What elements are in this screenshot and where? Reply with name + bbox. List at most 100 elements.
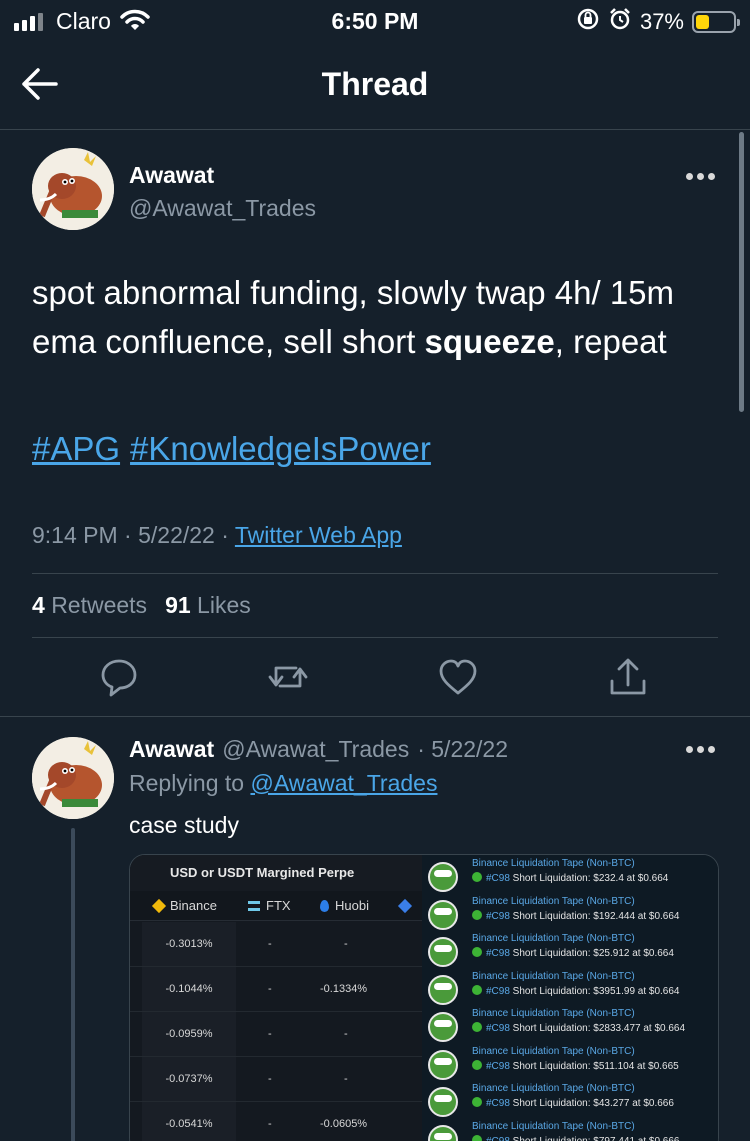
reply-date: · 5/22/22 bbox=[417, 736, 509, 762]
author-handle[interactable]: @Awawat_Trades bbox=[129, 195, 316, 222]
pepe-avatar-icon bbox=[428, 1012, 458, 1042]
pepe-avatar-icon bbox=[428, 862, 458, 892]
liquidation-tag: #C98 bbox=[486, 1135, 510, 1141]
heart-icon[interactable] bbox=[436, 655, 480, 699]
alarm-icon bbox=[608, 7, 632, 37]
pepe-avatar-icon bbox=[428, 1049, 458, 1080]
attached-image[interactable]: USD or USDT Margined Perpe Binance FTX H… bbox=[129, 854, 719, 1141]
reply-text: case study bbox=[129, 812, 239, 838]
status-bar: Claro 6:50 PM 37% bbox=[0, 0, 750, 44]
binance-rate: -0.1044% bbox=[142, 967, 236, 1011]
tweet-author[interactable]: Awawat @Awawat_Trades bbox=[129, 162, 316, 222]
reply-icon[interactable] bbox=[97, 655, 141, 699]
table-row: -0.0959% - - bbox=[130, 1012, 422, 1057]
green-dot-icon bbox=[472, 984, 482, 995]
hashtag-apg[interactable]: #APG bbox=[32, 430, 120, 468]
table-row: -0.0541% - -0.0605% bbox=[130, 1102, 422, 1141]
tweet-text: spot abnormal funding, slowly twap 4h/ 1… bbox=[32, 268, 722, 366]
list-item: Binance Liquidation Tape (Non-BTC) #C98 S… bbox=[428, 858, 718, 896]
green-dot-icon bbox=[472, 872, 482, 882]
table-row: -0.1044% - -0.1334% bbox=[130, 967, 422, 1012]
ftx-icon bbox=[248, 900, 260, 911]
liquidation-title: Binance Liquidation Tape (Non-BTC) bbox=[472, 895, 635, 907]
liquidation-title: Binance Liquidation Tape (Non-BTC) bbox=[472, 1083, 635, 1094]
list-item: Binance Liquidation Tape (Non-BTC) #C98 S… bbox=[428, 896, 718, 934]
pepe-avatar-icon bbox=[428, 974, 458, 1005]
exchange-extra-icon bbox=[397, 898, 413, 913]
tweet-divider bbox=[0, 716, 750, 717]
exchange-huobi: Huobi bbox=[320, 898, 369, 913]
page-title: Thread bbox=[321, 66, 429, 102]
liquidation-tag: #C98 bbox=[486, 1023, 510, 1034]
liquidation-tag: #C98 bbox=[486, 985, 510, 997]
scrollbar[interactable] bbox=[739, 132, 744, 412]
share-icon[interactable] bbox=[606, 655, 650, 699]
liquidation-tag: #C98 bbox=[486, 1060, 510, 1072]
liquidation-text: Short Liquidation: $192.444 at $0.664 bbox=[509, 910, 680, 922]
battery-icon bbox=[692, 11, 740, 33]
retweets-stat[interactable]: 4 Retweets bbox=[32, 592, 147, 619]
meta-divider bbox=[32, 573, 718, 574]
likes-stat[interactable]: 91 Likes bbox=[165, 592, 251, 619]
reply-more-dots-icon[interactable] bbox=[686, 746, 715, 753]
list-item: Binance Liquidation Tape (Non-BTC) #C98 S… bbox=[428, 1008, 718, 1046]
retweet-count: 4 bbox=[32, 592, 45, 618]
liquidation-tag: #C98 bbox=[486, 873, 510, 884]
huobi-rate: - bbox=[344, 938, 348, 950]
green-dot-icon bbox=[472, 1097, 482, 1107]
liquidation-text: Short Liquidation: $797.441 at $0.666 bbox=[509, 1135, 680, 1141]
liquidation-detail: #C98 Short Liquidation: $232.4 at $0.664 bbox=[472, 872, 668, 884]
replying-to: Replying to @Awawat_Trades bbox=[129, 770, 437, 797]
liquidation-text: Short Liquidation: $232.4 at $0.664 bbox=[509, 873, 669, 884]
hashtags: #APG #KnowledgeIsPower bbox=[32, 430, 431, 468]
exchange-huobi-label: Huobi bbox=[335, 898, 369, 913]
huobi-rate: -0.0605% bbox=[320, 1118, 368, 1130]
tweet-stats: 4 Retweets 91 Likes bbox=[32, 592, 251, 619]
reply-avatar[interactable] bbox=[32, 737, 114, 819]
ftx-rate: - bbox=[268, 1118, 272, 1130]
liquidation-text: Short Liquidation: $2833.477 at $0.664 bbox=[509, 1023, 686, 1034]
tweet-source-link[interactable]: Twitter Web App bbox=[235, 522, 402, 548]
green-dot-icon bbox=[472, 1059, 482, 1070]
pepe-avatar-icon bbox=[428, 937, 458, 967]
tweet-time: 9:14 PM bbox=[32, 522, 118, 548]
tweet-actions bbox=[0, 655, 750, 701]
binance-rate: -0.0737% bbox=[142, 1057, 236, 1101]
liquidation-title: Binance Liquidation Tape (Non-BTC) bbox=[472, 970, 635, 982]
hashtag-knowledgeispower[interactable]: #KnowledgeIsPower bbox=[130, 430, 431, 468]
liquidation-tag: #C98 bbox=[486, 910, 510, 922]
more-dots-icon[interactable] bbox=[686, 173, 715, 180]
binance-icon bbox=[151, 898, 167, 913]
table-row: -0.3013% - - bbox=[130, 922, 422, 967]
binance-rate: -0.0541% bbox=[142, 1102, 236, 1141]
avatar[interactable] bbox=[32, 148, 114, 230]
tweet-meta: 9:14 PM · 5/22/22 · Twitter Web App bbox=[32, 522, 402, 548]
pepe-avatar-icon bbox=[428, 1087, 458, 1117]
ftx-rate: - bbox=[268, 938, 272, 950]
liquidation-detail: #C98 Short Liquidation: $43.277 at $0.66… bbox=[472, 1097, 674, 1109]
liquidation-feed: Binance Liquidation Tape (Non-BTC) #C98 S… bbox=[422, 855, 718, 1141]
liquidation-title: Binance Liquidation Tape (Non-BTC) bbox=[472, 1045, 635, 1057]
liquidation-detail: #C98 Short Liquidation: $192.444 at $0.6… bbox=[472, 909, 680, 922]
replying-prefix: Replying to bbox=[129, 770, 245, 796]
reply-header: Awawat @Awawat_Trades · 5/22/22 bbox=[129, 736, 508, 763]
author-name[interactable]: Awawat bbox=[129, 162, 316, 189]
exchange-binance: Binance bbox=[151, 898, 217, 913]
funding-rate-table: USD or USDT Margined Perpe Binance FTX H… bbox=[130, 855, 422, 1141]
thread-line bbox=[71, 828, 75, 1141]
liquidation-detail: #C98 Short Liquidation: $3951.99 at $0.6… bbox=[472, 984, 680, 997]
tweet-text-part2: , repeat bbox=[554, 323, 667, 360]
liquidation-detail: #C98 Short Liquidation: $2833.477 at $0.… bbox=[472, 1022, 685, 1034]
reply-author-name[interactable]: Awawat bbox=[129, 736, 214, 763]
liquidation-title: Binance Liquidation Tape (Non-BTC) bbox=[472, 933, 635, 944]
ftx-rate: - bbox=[268, 1028, 272, 1040]
reply-author-handle[interactable]: @Awawat_Trades bbox=[222, 736, 409, 763]
green-dot-icon bbox=[472, 1022, 482, 1032]
tweet-date: 5/22/22 bbox=[138, 522, 215, 548]
replying-handle-link[interactable]: @Awawat_Trades bbox=[250, 770, 437, 796]
exchange-binance-label: Binance bbox=[170, 898, 217, 913]
retweet-icon[interactable] bbox=[266, 655, 310, 699]
liquidation-title: Binance Liquidation Tape (Non-BTC) bbox=[472, 1008, 635, 1019]
header-divider bbox=[0, 129, 750, 130]
liquidation-text: Short Liquidation: $43.277 at $0.666 bbox=[509, 1098, 674, 1109]
